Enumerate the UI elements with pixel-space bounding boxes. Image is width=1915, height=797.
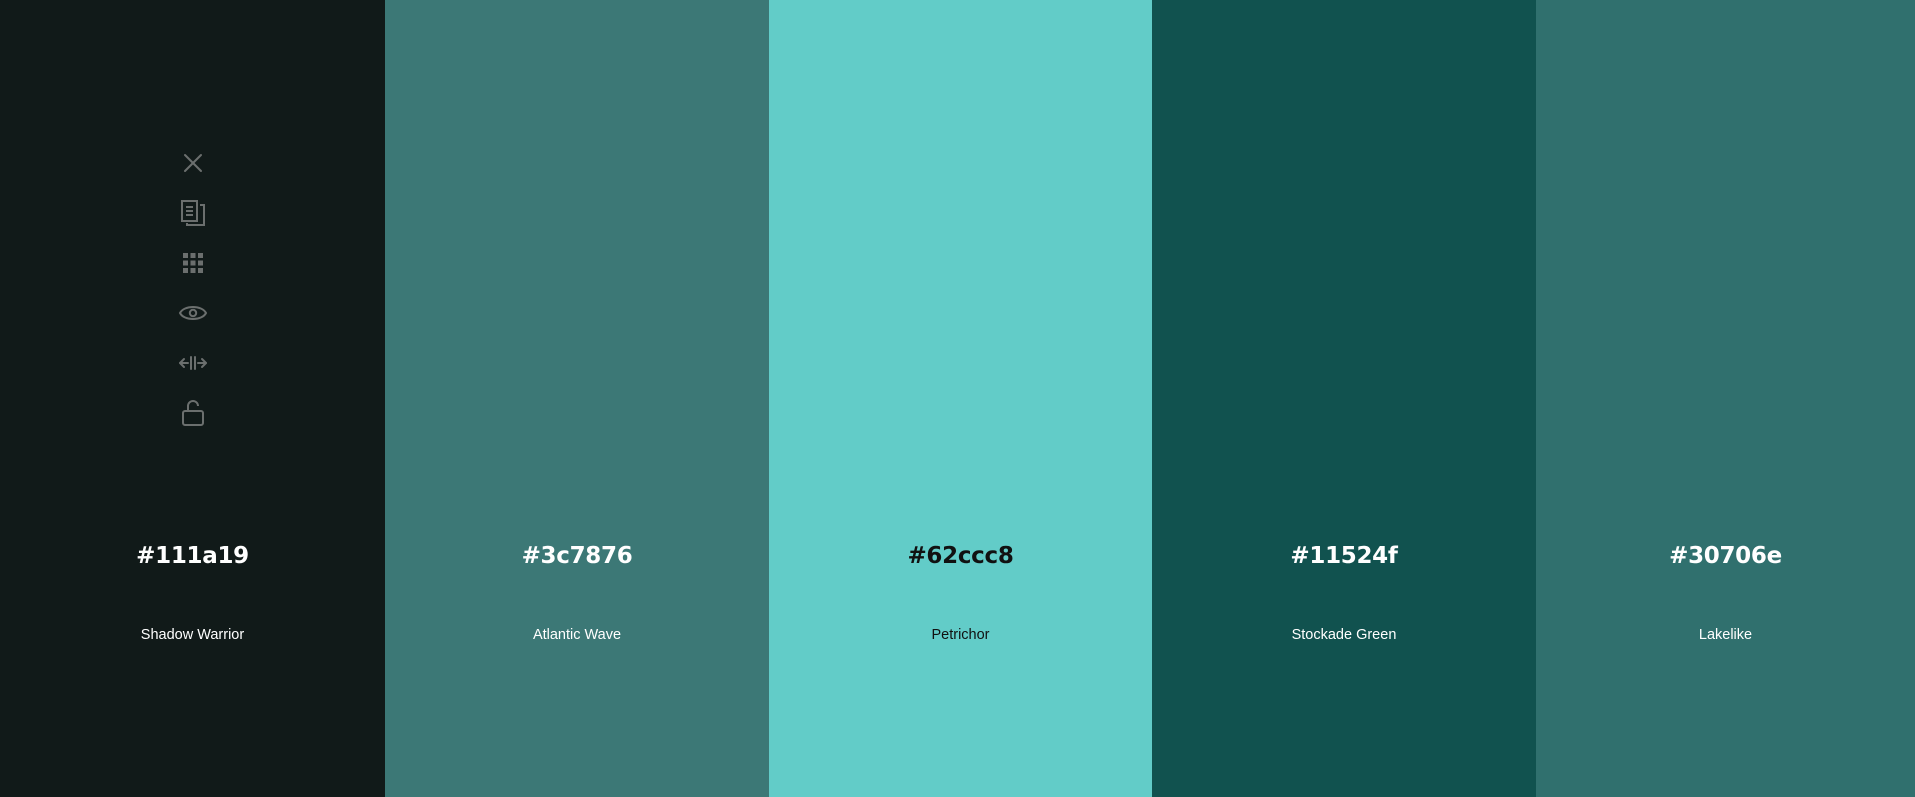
swatch-lakelike[interactable]: #30706e Lakelike (1536, 0, 1915, 797)
color-name[interactable]: Stockade Green (1152, 626, 1536, 644)
view-color-button[interactable] (176, 296, 210, 330)
shades-button[interactable] (176, 246, 210, 280)
swatch-stockade-green[interactable]: #11524f Stockade Green (1152, 0, 1536, 797)
hex-code[interactable]: #62ccc8 (769, 542, 1152, 570)
hex-code[interactable]: #3c7876 (385, 542, 769, 570)
hex-code[interactable]: #111a19 (0, 542, 385, 570)
hex-code[interactable]: #11524f (1152, 542, 1536, 570)
close-icon (183, 154, 202, 172)
copy-color-button[interactable] (176, 196, 210, 230)
grid-icon (182, 253, 203, 273)
color-palette: #111a19 Shadow Warrior #3c7876 Atlantic … (0, 0, 1915, 797)
resize-horizontal-icon (178, 356, 207, 370)
swatch-toolbar (0, 146, 385, 446)
swatch-petrichor[interactable]: #62ccc8 Petrichor (769, 0, 1152, 797)
copy-icon (180, 200, 205, 226)
color-name[interactable]: Atlantic Wave (385, 626, 769, 644)
color-name[interactable]: Petrichor (769, 626, 1152, 644)
swatch-atlantic-wave[interactable]: #3c7876 Atlantic Wave (385, 0, 769, 797)
hex-code[interactable]: #30706e (1536, 542, 1915, 570)
color-name[interactable]: Lakelike (1536, 626, 1915, 644)
unlock-icon (181, 400, 204, 426)
drag-handle[interactable] (176, 346, 210, 380)
remove-color-button[interactable] (176, 146, 210, 180)
swatch-shadow-warrior[interactable]: #111a19 Shadow Warrior (0, 0, 385, 797)
color-name[interactable]: Shadow Warrior (0, 626, 385, 644)
lock-color-button[interactable] (176, 396, 210, 430)
eye-icon (178, 306, 207, 320)
